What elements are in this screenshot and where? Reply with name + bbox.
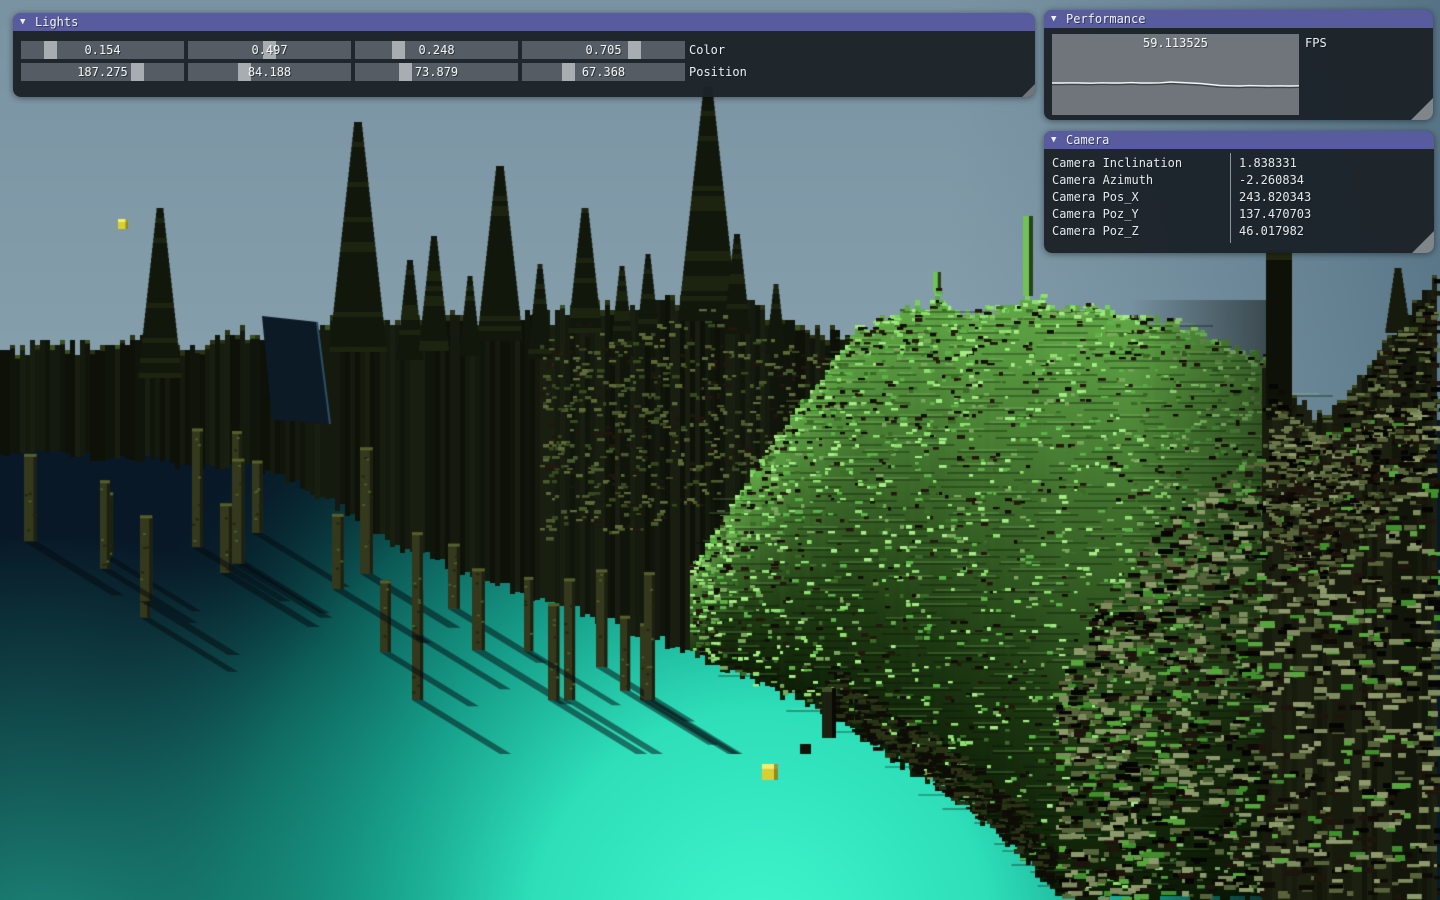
fps-graph: 59.113525 <box>1052 34 1299 115</box>
camera-row-label: Camera Poz_Z <box>1052 223 1139 240</box>
slider-value: 187.275 <box>21 63 184 81</box>
lights-panel-header[interactable]: ▼ Lights <box>13 13 1035 31</box>
light-color-slider-4[interactable]: 0.705 <box>522 41 685 59</box>
light-position-slider-1[interactable]: 187.275 <box>21 63 184 81</box>
light-color-slider-1[interactable]: 0.154 <box>21 41 184 59</box>
light-color-slider-2[interactable]: 0.497 <box>188 41 351 59</box>
light-position-slider-3[interactable]: 73.879 <box>355 63 518 81</box>
performance-panel: ▼ Performance 59.113525 FPS <box>1044 10 1433 120</box>
lights-panel-title: Lights <box>35 13 78 31</box>
resize-grip-icon[interactable] <box>1022 84 1035 97</box>
collapse-triangle-icon[interactable]: ▼ <box>1051 131 1056 149</box>
fps-value: 59.113525 <box>1052 36 1299 50</box>
camera-panel-header[interactable]: ▼ Camera <box>1044 131 1434 149</box>
camera-panel: ▼ Camera Camera Inclination 1.838331 Cam… <box>1044 131 1434 253</box>
slider-value: 0.154 <box>21 41 184 59</box>
camera-row-value: 137.470703 <box>1239 206 1311 223</box>
resize-grip-icon[interactable] <box>1412 231 1434 253</box>
light-position-slider-4[interactable]: 67.368 <box>522 63 685 81</box>
slider-value: 0.248 <box>355 41 518 59</box>
camera-row-value: 1.838331 <box>1239 155 1297 172</box>
position-row-label: Position <box>689 63 747 81</box>
camera-row-label: Camera Poz_Y <box>1052 206 1139 223</box>
color-row-label: Color <box>689 41 725 59</box>
slider-value: 67.368 <box>522 63 685 81</box>
slider-value: 0.705 <box>522 41 685 59</box>
performance-panel-header[interactable]: ▼ Performance <box>1044 10 1433 28</box>
light-position-slider-2[interactable]: 84.188 <box>188 63 351 81</box>
camera-row-label: Camera Azimuth <box>1052 172 1153 189</box>
slider-value: 0.497 <box>188 41 351 59</box>
camera-row-label: Camera Pos_X <box>1052 189 1139 206</box>
camera-row-value: 243.820343 <box>1239 189 1311 206</box>
slider-value: 73.879 <box>355 63 518 81</box>
column-divider <box>1230 153 1231 243</box>
camera-panel-title: Camera <box>1066 131 1109 149</box>
camera-row-value: -2.260834 <box>1239 172 1304 189</box>
camera-row-value: 46.017982 <box>1239 223 1304 240</box>
fps-label: FPS <box>1305 34 1327 52</box>
collapse-triangle-icon[interactable]: ▼ <box>20 13 25 31</box>
resize-grip-icon[interactable] <box>1411 98 1433 120</box>
light-color-slider-3[interactable]: 0.248 <box>355 41 518 59</box>
performance-panel-title: Performance <box>1066 10 1145 28</box>
camera-row-label: Camera Inclination <box>1052 155 1182 172</box>
collapse-triangle-icon[interactable]: ▼ <box>1051 10 1056 28</box>
slider-value: 84.188 <box>188 63 351 81</box>
lights-panel: ▼ Lights 0.154 0.497 0.248 0.705 Color 1… <box>13 13 1035 97</box>
